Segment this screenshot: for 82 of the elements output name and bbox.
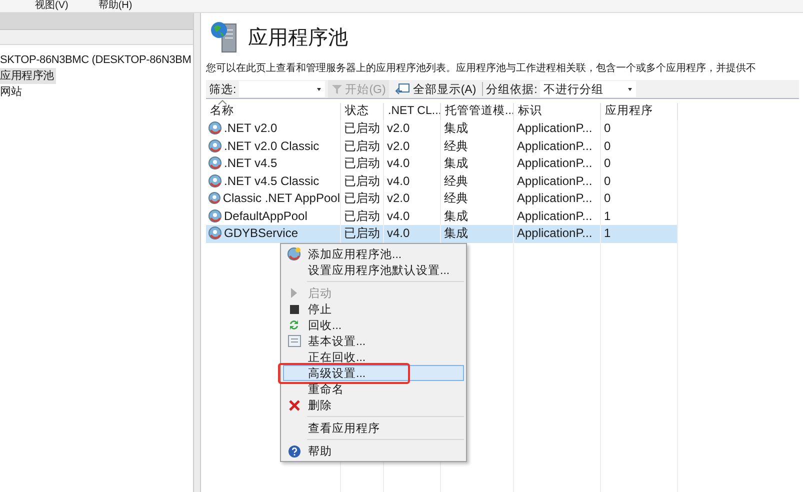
delete-icon	[288, 400, 300, 410]
menu-item[interactable]: 视图(V)	[35, 0, 68, 12]
table-row[interactable]: .NET v2.0 已启动 v2.0 集成 ApplicationP... 0	[206, 120, 678, 138]
menu-item[interactable]: 删除	[283, 397, 464, 413]
menu-item[interactable]: 帮助	[283, 443, 464, 459]
table-cell: ApplicationP...	[514, 138, 601, 155]
table-cell: .NET v4.5	[206, 155, 341, 172]
tree-item[interactable]: SKTOP-86N3BMC (DESKTOP-86N3BM	[0, 52, 193, 68]
stop-icon	[290, 304, 298, 314]
table-cell: ApplicationP...	[514, 155, 601, 172]
app-pool-icon	[208, 138, 223, 154]
splitter[interactable]	[193, 13, 201, 492]
table-cell: ApplicationP...	[514, 190, 601, 208]
table-cell: 0	[601, 138, 678, 155]
filter-icon	[331, 83, 344, 95]
menu-item[interactable]: 回收...	[283, 317, 464, 333]
sort-caret-icon	[218, 100, 227, 105]
table-row[interactable]: .NET v2.0 Classic 已启动 v2.0 经典 ApplicationP... 0	[206, 138, 678, 155]
table-cell: .NET v2.0 Classic	[206, 138, 341, 155]
play-icon	[290, 288, 298, 298]
menu-item[interactable]: 基本设置...	[283, 333, 464, 349]
table-cell: 已启动	[341, 120, 384, 138]
settings-window-icon	[288, 335, 300, 347]
table-cell: 集成	[441, 120, 514, 138]
dropdown-arrow-icon	[317, 88, 322, 91]
menu-item[interactable]: 添加应用程序池...	[283, 246, 464, 262]
table-cell: 0	[601, 190, 678, 208]
table-cell: 0	[601, 120, 678, 138]
app-pool-icon	[208, 226, 223, 242]
app-pool-icon	[208, 156, 223, 172]
table-cell: 0	[601, 172, 678, 190]
filter-field[interactable]	[239, 81, 326, 97]
app-pool-icon	[287, 247, 301, 261]
app-pool-icon	[208, 208, 223, 224]
menu-item[interactable]: 设置应用程序池默认设置...	[283, 262, 464, 278]
table-cell: ApplicationP...	[514, 120, 601, 138]
table-cell: v4.0	[384, 155, 441, 172]
table-cell: 经典	[441, 190, 514, 208]
refresh-icon	[288, 319, 300, 331]
help-icon	[288, 444, 300, 458]
group-by-label: 分组依据:	[486, 82, 538, 96]
filter-label: 筛选:	[209, 82, 236, 96]
dropdown-arrow-icon	[628, 88, 632, 91]
app-pool-icon	[208, 121, 223, 136]
table-cell: v2.0	[384, 190, 441, 208]
table-cell: .NET v2.0	[206, 120, 341, 138]
table-cell: 经典	[441, 172, 514, 190]
tree-item[interactable]: 应用程序池	[0, 68, 56, 84]
table-cell: 0	[601, 155, 678, 172]
page-title: 应用程序池	[248, 26, 348, 50]
table-cell: v2.0	[384, 138, 441, 155]
table-row[interactable]: GDYBService 已启动 v4.0 集成 ApplicationP... 1	[206, 225, 678, 242]
app-pool-icon	[208, 174, 223, 189]
show-all-button[interactable]: 全部显示(A)	[392, 80, 480, 98]
group-by-dropdown[interactable]: 不进行分组	[540, 81, 636, 97]
table-cell: 已启动	[341, 190, 384, 208]
table-cell: 已启动	[341, 155, 384, 172]
table-cell: v4.0	[384, 172, 441, 190]
menu-item[interactable]: 重命名	[283, 381, 464, 397]
table-row[interactable]: Classic .NET AppPool 已启动 v2.0 经典 ApplicationP... 0	[206, 190, 678, 208]
table-cell: Classic .NET AppPool	[206, 190, 341, 208]
table-row[interactable]: .NET v4.5 已启动 v4.0 集成 ApplicationP... 0	[206, 155, 678, 172]
column-header[interactable]: 标识	[514, 103, 601, 120]
menu-item[interactable]: 帮助(H)	[98, 0, 132, 12]
show-all-icon	[394, 82, 411, 96]
table-cell: 集成	[441, 155, 514, 172]
menu-item[interactable]: 正在回收...	[283, 349, 464, 365]
app-pool-icon	[208, 191, 222, 206]
table-cell: 经典	[441, 138, 514, 155]
table-cell: v2.0	[384, 120, 441, 138]
table-cell: .NET v4.5 Classic	[206, 172, 341, 190]
table-cell: ApplicationP...	[514, 172, 601, 190]
page-description: 您可以在此页上查看和管理服务器上的应用程序池列表。应用程序池与工作进程相关联，包含一个或多个应用程序，并提供不	[206, 62, 757, 76]
menu-item[interactable]: 查看应用程序	[283, 420, 464, 436]
table-row[interactable]: .NET v4.5 Classic 已启动 v4.0 经典 ApplicationP... 0	[206, 172, 678, 190]
table-cell: 已启动	[341, 172, 384, 190]
table-cell: 已启动	[341, 138, 384, 155]
column-header[interactable]: 应用程序	[601, 103, 678, 120]
menu-item[interactable]: 停止	[283, 301, 464, 317]
column-header[interactable]: 名称	[206, 103, 341, 120]
column-header[interactable]: 状态	[341, 103, 384, 120]
tree-item[interactable]: 网站	[0, 84, 24, 100]
